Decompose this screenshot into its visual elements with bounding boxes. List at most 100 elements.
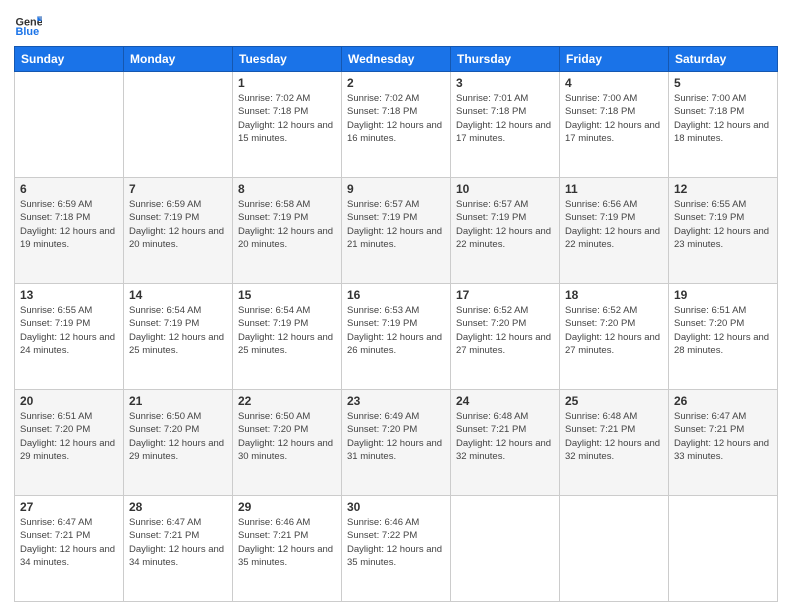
day-number: 26: [674, 394, 772, 408]
day-number: 14: [129, 288, 227, 302]
day-number: 20: [20, 394, 118, 408]
day-info: Sunrise: 6:59 AM Sunset: 7:18 PM Dayligh…: [20, 198, 118, 251]
day-info: Sunrise: 6:47 AM Sunset: 7:21 PM Dayligh…: [20, 516, 118, 569]
day-info: Sunrise: 6:58 AM Sunset: 7:19 PM Dayligh…: [238, 198, 336, 251]
col-wednesday: Wednesday: [342, 47, 451, 72]
day-number: 27: [20, 500, 118, 514]
day-number: 18: [565, 288, 663, 302]
calendar-cell: [451, 496, 560, 602]
day-info: Sunrise: 6:46 AM Sunset: 7:22 PM Dayligh…: [347, 516, 445, 569]
day-info: Sunrise: 6:54 AM Sunset: 7:19 PM Dayligh…: [238, 304, 336, 357]
calendar-cell: 24 Sunrise: 6:48 AM Sunset: 7:21 PM Dayli…: [451, 390, 560, 496]
day-info: Sunrise: 6:47 AM Sunset: 7:21 PM Dayligh…: [129, 516, 227, 569]
calendar-cell: 20 Sunrise: 6:51 AM Sunset: 7:20 PM Dayli…: [15, 390, 124, 496]
day-number: 17: [456, 288, 554, 302]
calendar-cell: [560, 496, 669, 602]
day-number: 1: [238, 76, 336, 90]
calendar-cell: 5 Sunrise: 7:00 AM Sunset: 7:18 PM Daylig…: [669, 72, 778, 178]
day-info: Sunrise: 6:57 AM Sunset: 7:19 PM Dayligh…: [456, 198, 554, 251]
calendar-cell: 28Sunrise: 6:47 AM Sunset: 7:21 PM Dayli…: [124, 496, 233, 602]
day-number: 21: [129, 394, 227, 408]
calendar-cell: [15, 72, 124, 178]
calendar-cell: 11 Sunrise: 6:56 AM Sunset: 7:19 PM Dayli…: [560, 178, 669, 284]
day-info: Sunrise: 6:55 AM Sunset: 7:19 PM Dayligh…: [674, 198, 772, 251]
calendar-cell: 10 Sunrise: 6:57 AM Sunset: 7:19 PM Dayli…: [451, 178, 560, 284]
calendar-cell: 15 Sunrise: 6:54 AM Sunset: 7:19 PM Dayli…: [233, 284, 342, 390]
day-info: Sunrise: 6:50 AM Sunset: 7:20 PM Dayligh…: [129, 410, 227, 463]
col-sunday: Sunday: [15, 47, 124, 72]
calendar-cell: 30 Sunrise: 6:46 AM Sunset: 7:22 PM Dayli…: [342, 496, 451, 602]
calendar-cell: 6 Sunrise: 6:59 AM Sunset: 7:18 PM Daylig…: [15, 178, 124, 284]
col-tuesday: Tuesday: [233, 47, 342, 72]
calendar-cell: 1 Sunrise: 7:02 AM Sunset: 7:18 PM Daylig…: [233, 72, 342, 178]
day-info: Sunrise: 6:51 AM Sunset: 7:20 PM Dayligh…: [20, 410, 118, 463]
calendar-cell: 4 Sunrise: 7:00 AM Sunset: 7:18 PM Daylig…: [560, 72, 669, 178]
calendar-cell: 8Sunrise: 6:58 AM Sunset: 7:19 PM Daylig…: [233, 178, 342, 284]
col-saturday: Saturday: [669, 47, 778, 72]
day-info: Sunrise: 7:01 AM Sunset: 7:18 PM Dayligh…: [456, 92, 554, 145]
day-info: Sunrise: 6:50 AM Sunset: 7:20 PM Dayligh…: [238, 410, 336, 463]
calendar-cell: 18 Sunrise: 6:52 AM Sunset: 7:20 PM Dayli…: [560, 284, 669, 390]
day-number: 22: [238, 394, 336, 408]
calendar-cell: 9Sunrise: 6:57 AM Sunset: 7:19 PM Daylig…: [342, 178, 451, 284]
day-info: Sunrise: 6:48 AM Sunset: 7:21 PM Dayligh…: [565, 410, 663, 463]
day-number: 19: [674, 288, 772, 302]
calendar-cell: [124, 72, 233, 178]
col-thursday: Thursday: [451, 47, 560, 72]
day-info: Sunrise: 6:52 AM Sunset: 7:20 PM Dayligh…: [565, 304, 663, 357]
day-info: Sunrise: 6:52 AM Sunset: 7:20 PM Dayligh…: [456, 304, 554, 357]
day-info: Sunrise: 7:00 AM Sunset: 7:18 PM Dayligh…: [565, 92, 663, 145]
calendar-cell: 21 Sunrise: 6:50 AM Sunset: 7:20 PM Dayli…: [124, 390, 233, 496]
day-number: 15: [238, 288, 336, 302]
calendar-cell: 3 Sunrise: 7:01 AM Sunset: 7:18 PM Daylig…: [451, 72, 560, 178]
calendar-header-row: Sunday Monday Tuesday Wednesday Thursday…: [15, 47, 778, 72]
day-number: 29: [238, 500, 336, 514]
day-info: Sunrise: 7:00 AM Sunset: 7:18 PM Dayligh…: [674, 92, 772, 145]
calendar-cell: 25 Sunrise: 6:48 AM Sunset: 7:21 PM Dayli…: [560, 390, 669, 496]
header: General Blue: [14, 10, 778, 38]
day-number: 12: [674, 182, 772, 196]
calendar-cell: 14 Sunrise: 6:54 AM Sunset: 7:19 PM Dayli…: [124, 284, 233, 390]
day-info: Sunrise: 6:59 AM Sunset: 7:19 PM Dayligh…: [129, 198, 227, 251]
day-number: 3: [456, 76, 554, 90]
logo-icon: General Blue: [14, 10, 42, 38]
day-info: Sunrise: 7:02 AM Sunset: 7:18 PM Dayligh…: [238, 92, 336, 145]
day-info: Sunrise: 6:51 AM Sunset: 7:20 PM Dayligh…: [674, 304, 772, 357]
day-number: 24: [456, 394, 554, 408]
day-info: Sunrise: 6:47 AM Sunset: 7:21 PM Dayligh…: [674, 410, 772, 463]
day-number: 11: [565, 182, 663, 196]
day-number: 5: [674, 76, 772, 90]
day-info: Sunrise: 6:53 AM Sunset: 7:19 PM Dayligh…: [347, 304, 445, 357]
calendar-cell: 29Sunrise: 6:46 AM Sunset: 7:21 PM Dayli…: [233, 496, 342, 602]
calendar-cell: 2 Sunrise: 7:02 AM Sunset: 7:18 PM Daylig…: [342, 72, 451, 178]
calendar-cell: 19 Sunrise: 6:51 AM Sunset: 7:20 PM Dayli…: [669, 284, 778, 390]
day-number: 25: [565, 394, 663, 408]
day-info: Sunrise: 6:54 AM Sunset: 7:19 PM Dayligh…: [129, 304, 227, 357]
day-number: 23: [347, 394, 445, 408]
col-monday: Monday: [124, 47, 233, 72]
day-number: 2: [347, 76, 445, 90]
calendar-table: Sunday Monday Tuesday Wednesday Thursday…: [14, 46, 778, 602]
calendar-cell: 17 Sunrise: 6:52 AM Sunset: 7:20 PM Dayli…: [451, 284, 560, 390]
day-number: 10: [456, 182, 554, 196]
day-info: Sunrise: 6:56 AM Sunset: 7:19 PM Dayligh…: [565, 198, 663, 251]
day-number: 6: [20, 182, 118, 196]
calendar-week-0: 1 Sunrise: 7:02 AM Sunset: 7:18 PM Daylig…: [15, 72, 778, 178]
day-info: Sunrise: 7:02 AM Sunset: 7:18 PM Dayligh…: [347, 92, 445, 145]
calendar-week-2: 13Sunrise: 6:55 AM Sunset: 7:19 PM Dayli…: [15, 284, 778, 390]
calendar-week-3: 20 Sunrise: 6:51 AM Sunset: 7:20 PM Dayli…: [15, 390, 778, 496]
calendar-cell: 26 Sunrise: 6:47 AM Sunset: 7:21 PM Dayli…: [669, 390, 778, 496]
day-info: Sunrise: 6:48 AM Sunset: 7:21 PM Dayligh…: [456, 410, 554, 463]
day-number: 30: [347, 500, 445, 514]
day-number: 13: [20, 288, 118, 302]
calendar-cell: 12 Sunrise: 6:55 AM Sunset: 7:19 PM Dayli…: [669, 178, 778, 284]
day-number: 16: [347, 288, 445, 302]
calendar-cell: 16 Sunrise: 6:53 AM Sunset: 7:19 PM Dayli…: [342, 284, 451, 390]
calendar-cell: [669, 496, 778, 602]
calendar-week-4: 27 Sunrise: 6:47 AM Sunset: 7:21 PM Dayli…: [15, 496, 778, 602]
day-number: 9: [347, 182, 445, 196]
day-number: 4: [565, 76, 663, 90]
calendar-week-1: 6 Sunrise: 6:59 AM Sunset: 7:18 PM Daylig…: [15, 178, 778, 284]
logo: General Blue: [14, 10, 46, 38]
calendar-cell: 23Sunrise: 6:49 AM Sunset: 7:20 PM Dayli…: [342, 390, 451, 496]
